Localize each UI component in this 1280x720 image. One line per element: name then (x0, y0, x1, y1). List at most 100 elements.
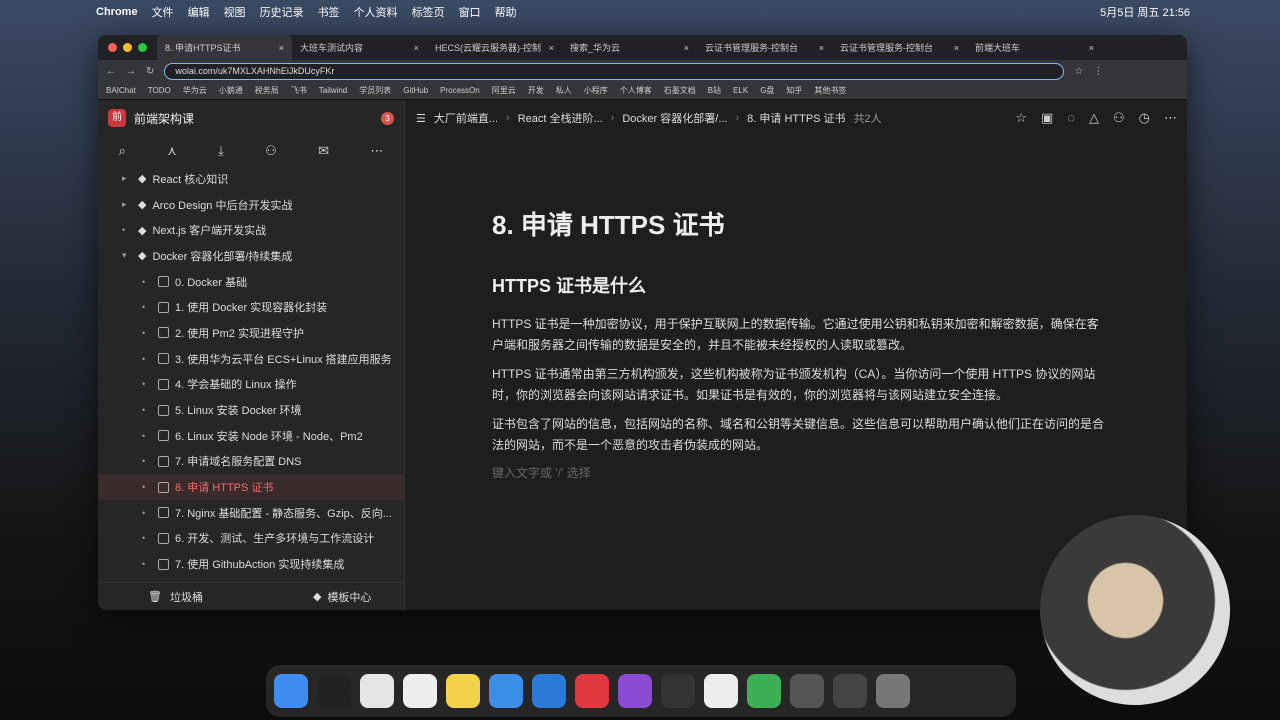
dock-app-icon[interactable] (274, 674, 308, 708)
browser-tab[interactable]: 搜索_华为云 × (562, 35, 697, 60)
workspace-header[interactable]: 前 前端架构课 3 (98, 100, 404, 136)
bookmark[interactable]: 学员列表 (359, 85, 391, 96)
dock-app-icon[interactable] (575, 674, 609, 708)
dock-app-icon[interactable] (618, 674, 652, 708)
menu-item[interactable]: 书签 (318, 4, 340, 20)
menu-item[interactable]: 窗口 (459, 4, 481, 20)
expand-caret-icon[interactable]: ▸ (122, 173, 132, 184)
sidebar-page-item[interactable]: ▸ ◆ Arco Design 中后台开发实战 (98, 192, 404, 218)
history-icon[interactable]: ◷ (1139, 110, 1150, 126)
menu-item[interactable]: 历史记录 (260, 4, 304, 20)
sidebar-page-item[interactable]: • 7. Nginx 基础配置 - 静态服务、Gzip、反向... (98, 500, 404, 526)
close-tab-icon[interactable]: × (279, 43, 284, 53)
breadcrumb-item[interactable]: 大厂前端直... (434, 110, 498, 126)
menu-item[interactable]: Chrome (96, 6, 138, 18)
more-icon[interactable]: ⋯ (1164, 110, 1177, 126)
members-icon[interactable]: ⚇ (265, 143, 277, 159)
bookmark[interactable]: B站 (708, 85, 721, 96)
dock-app-icon[interactable] (317, 674, 351, 708)
bookmark[interactable]: 华为云 (183, 85, 207, 96)
sidebar-page-item[interactable]: • 8. 申请 HTTPS 证书 (98, 474, 404, 500)
dock-app-icon[interactable] (661, 674, 695, 708)
share-icon[interactable]: ⋏ (167, 143, 177, 159)
menu-toggle-icon[interactable]: ☰ (416, 112, 426, 125)
paragraph[interactable]: 证书包含了网站的信息，包括网站的名称、域名和公钥等关键信息。这些信息可以帮助用户… (492, 414, 1104, 456)
star-icon[interactable]: ☆ (1074, 66, 1083, 77)
menu-item[interactable]: 编辑 (188, 4, 210, 20)
dock-app-icon[interactable] (489, 674, 523, 708)
menu-item[interactable]: 帮助 (495, 4, 517, 20)
menu-item[interactable]: 标签页 (412, 4, 445, 20)
bookmark[interactable]: BAIChat (106, 86, 136, 95)
expand-caret-icon[interactable]: ▸ (122, 199, 132, 210)
sidebar-page-item[interactable]: ▸ ◆ React 核心知识 (98, 166, 404, 192)
close-tab-icon[interactable]: × (414, 43, 419, 53)
bookmark[interactable]: 石墨文档 (664, 85, 696, 96)
sidebar-page-item[interactable]: • 0. Docker 基础 (98, 269, 404, 295)
browser-tab[interactable]: 云证书管理服务-控制台 × (697, 35, 832, 60)
sidebar-page-item[interactable]: • 1. 使用 Docker 实现容器化封装 (98, 294, 404, 320)
favorite-icon[interactable]: ☆ (1015, 110, 1027, 126)
url-input[interactable]: wolai.com/uk7MXLXAHNhEiJkDUcyFKr (164, 62, 1065, 80)
expand-caret-icon[interactable]: • (122, 225, 132, 235)
close-tab-icon[interactable]: × (954, 43, 959, 53)
dock-app-icon[interactable] (833, 674, 867, 708)
dock-app-icon[interactable] (532, 674, 566, 708)
bookmark[interactable]: 飞书 (291, 85, 307, 96)
forward-icon[interactable]: → (126, 66, 136, 77)
menubar-clock[interactable]: 5月5日 周五 21:56 (1100, 4, 1190, 20)
template-center-button[interactable]: 模板中心 (327, 589, 371, 605)
bookmark[interactable]: 小程序 (584, 85, 608, 96)
sidebar-page-item[interactable]: • 7. 使用 GithubAction 实现持续集成 (98, 551, 404, 577)
sidebar-page-item[interactable]: ▾ ◆ Docker 容器化部署/持续集成 (98, 243, 404, 269)
browser-tab[interactable]: HECS(云耀云服务器)-控制 × (427, 35, 562, 60)
bookmark[interactable]: 其他书签 (814, 85, 846, 96)
dock-app-icon[interactable] (747, 674, 781, 708)
menu-icon[interactable]: ⋮ (1093, 66, 1103, 77)
comment-icon[interactable]: ◌ (1067, 110, 1075, 126)
close-tab-icon[interactable]: × (684, 43, 689, 53)
sidebar-page-item[interactable]: • 6. Linux 安装 Node 环境 - Node、Pm2 (98, 423, 404, 449)
expand-caret-icon[interactable]: ▾ (122, 250, 132, 261)
dock-app-icon[interactable] (360, 674, 394, 708)
present-icon[interactable]: ▣ (1041, 110, 1053, 126)
breadcrumb-item[interactable]: Docker 容器化部署/... (622, 110, 727, 126)
close-tab-icon[interactable]: × (819, 43, 824, 53)
paragraph[interactable]: HTTPS 证书通常由第三方机构颁发，这些机构被称为证书颁发机构（CA）。当你访… (492, 364, 1104, 406)
menu-item[interactable]: 文件 (152, 4, 174, 20)
sidebar-page-item[interactable]: • 2. 使用 Pm2 实现进程守护 (98, 320, 404, 346)
bookmark[interactable]: 开发 (528, 85, 544, 96)
browser-tab[interactable]: 大班车测试内容 × (292, 35, 427, 60)
browser-tab[interactable]: 前端大班车 × (967, 35, 1102, 60)
collaborators-count[interactable]: 共2人 (854, 110, 882, 126)
inbox-icon[interactable]: ✉ (318, 143, 329, 159)
browser-tab[interactable]: 8. 申请HTTPS证书 × (157, 35, 292, 60)
sidebar-page-item[interactable]: • 6. 开发、测试、生产多环境与工作流设计 (98, 526, 404, 552)
bookmark[interactable]: TODO (148, 86, 171, 95)
reload-icon[interactable]: ↻ (146, 66, 154, 77)
close-tab-icon[interactable]: × (1089, 43, 1094, 53)
bookmark[interactable]: 小鹅通 (219, 85, 243, 96)
bookmark[interactable]: ELK (733, 86, 748, 95)
dock-app-icon[interactable] (704, 674, 738, 708)
dock-app-icon[interactable] (403, 674, 437, 708)
sidebar-page-item[interactable]: • 4. 学会基础的 Linux 操作 (98, 372, 404, 398)
bookmark[interactable]: ProcessOn (440, 86, 480, 95)
trash-button[interactable]: 垃圾桶 (170, 589, 203, 605)
bookmark[interactable]: 税务局 (255, 85, 279, 96)
bookmark[interactable]: 阿里云 (492, 85, 516, 96)
menu-item[interactable]: 个人资料 (354, 4, 398, 20)
new-block-input[interactable]: 键入文字或 '/' 选择 (492, 464, 1104, 481)
sidebar-page-item[interactable]: • 7. 申请域名服务配置 DNS (98, 449, 404, 475)
window-controls[interactable] (98, 43, 157, 52)
bookmark[interactable]: 私人 (556, 85, 572, 96)
paragraph[interactable]: HTTPS 证书是一种加密协议，用于保护互联网上的数据传输。它通过使用公钥和私钥… (492, 314, 1104, 356)
search-icon[interactable]: ⌕ (119, 143, 126, 159)
bookmark[interactable]: GitHub (403, 86, 428, 95)
close-tab-icon[interactable]: × (549, 43, 554, 53)
sidebar-page-item[interactable]: • 5. Linux 安装 Docker 环境 (98, 397, 404, 423)
share-icon[interactable]: △ (1089, 110, 1099, 126)
add-member-icon[interactable]: ⚇ (1113, 110, 1125, 126)
breadcrumb-item[interactable]: 8. 申请 HTTPS 证书 (747, 110, 845, 126)
back-icon[interactable]: ← (106, 66, 116, 77)
